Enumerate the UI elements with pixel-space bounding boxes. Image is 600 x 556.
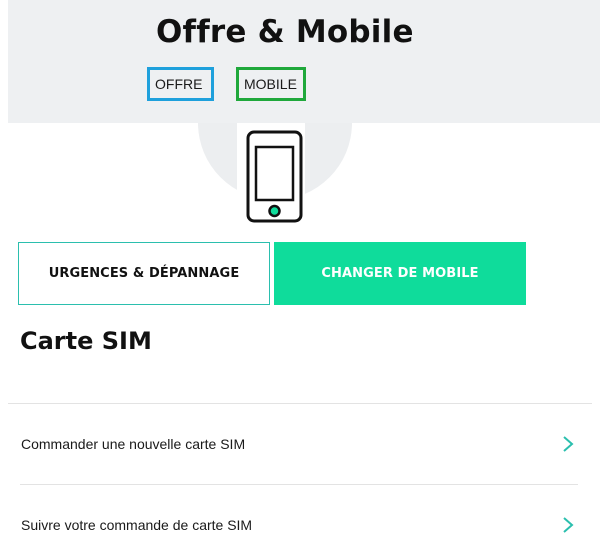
page: Offre & Mobile OFFRE MOBILE URGENCES & D… xyxy=(0,0,600,556)
list-item-label: Suivre votre commande de carte SIM xyxy=(21,517,253,533)
tag-offre[interactable]: OFFRE xyxy=(147,67,214,101)
phone-home-button xyxy=(268,204,281,218)
list-item-label: Commander une nouvelle carte SIM xyxy=(21,436,246,452)
phone-screen xyxy=(254,145,295,202)
sim-section-title: Carte SIM xyxy=(20,327,152,355)
chevron-right-icon xyxy=(563,436,574,452)
page-title: Offre & Mobile xyxy=(156,14,414,50)
tag-mobile[interactable]: MOBILE xyxy=(236,67,306,101)
chevron-right-icon xyxy=(563,517,574,533)
list-item-suivre-commande-sim[interactable]: Suivre votre commande de carte SIM xyxy=(8,485,578,556)
urgences-depannage-button[interactable]: URGENCES & DÉPANNAGE xyxy=(18,242,270,305)
changer-de-mobile-button[interactable]: CHANGER DE MOBILE xyxy=(274,242,526,305)
smartphone-icon xyxy=(198,123,352,231)
list-item-commander-sim[interactable]: Commander une nouvelle carte SIM xyxy=(8,404,578,484)
